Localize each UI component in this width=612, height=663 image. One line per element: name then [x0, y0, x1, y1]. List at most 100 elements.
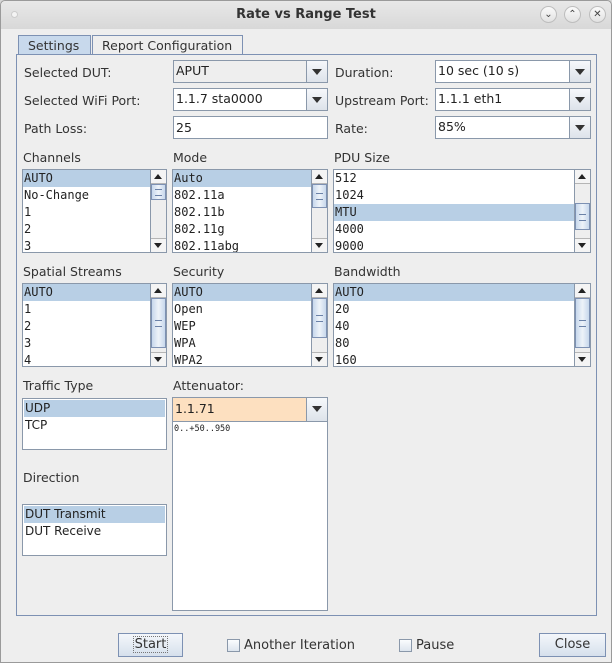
- list-item[interactable]: 2: [23, 221, 150, 238]
- list-item[interactable]: 4: [23, 352, 150, 366]
- list-item[interactable]: MTU: [334, 204, 574, 221]
- list-item[interactable]: 4000: [334, 221, 574, 238]
- list-item[interactable]: AUTO: [23, 170, 150, 187]
- list-item[interactable]: 802.11g: [173, 221, 311, 238]
- path-loss-value: 25: [176, 120, 192, 135]
- pause-label[interactable]: Pause: [416, 638, 454, 653]
- list-item[interactable]: 802.11abg: [173, 238, 311, 252]
- rate-combo[interactable]: 85%: [435, 116, 591, 139]
- pause-checkbox[interactable]: [399, 639, 412, 652]
- list-item[interactable]: 160: [334, 352, 574, 366]
- list-item[interactable]: WPA: [173, 335, 311, 352]
- maximize-button[interactable]: ⌃: [564, 6, 581, 23]
- scroll-down-icon[interactable]: [151, 352, 166, 366]
- chevron-down-icon[interactable]: [569, 89, 590, 110]
- mode-scrollbar[interactable]: [311, 170, 327, 252]
- scroll-thumb[interactable]: [312, 184, 327, 208]
- duration-combo[interactable]: 10 sec (10 s): [435, 60, 591, 83]
- list-item[interactable]: WPA2: [173, 352, 311, 366]
- close-window-button[interactable]: ✕: [589, 6, 606, 23]
- list-item[interactable]: AUTO: [173, 284, 311, 301]
- list-item[interactable]: DUT Transmit: [24, 506, 165, 523]
- scroll-up-icon[interactable]: [575, 170, 590, 184]
- tab-report-configuration[interactable]: Report Configuration: [92, 35, 243, 55]
- close-button[interactable]: Close: [539, 633, 606, 657]
- scroll-down-icon[interactable]: [575, 238, 590, 252]
- scroll-up-icon[interactable]: [575, 284, 590, 298]
- list-item[interactable]: 1: [23, 204, 150, 221]
- selected-wifi-port-combo[interactable]: 1.1.7 sta0000: [173, 88, 328, 111]
- scroll-down-icon[interactable]: [575, 352, 590, 366]
- list-item[interactable]: 20: [334, 301, 574, 318]
- attenuator-combo[interactable]: 1.1.71: [173, 398, 327, 422]
- upstream-port-combo[interactable]: 1.1.1 eth1: [435, 88, 591, 111]
- list-item[interactable]: 802.11a: [173, 187, 311, 204]
- scroll-down-icon[interactable]: [312, 238, 327, 252]
- scroll-up-icon[interactable]: [312, 284, 327, 298]
- spatial-streams-list[interactable]: AUTO 1 2 3 4: [22, 283, 167, 367]
- chevron-down-icon[interactable]: [306, 398, 327, 421]
- minimize-button[interactable]: ⌄: [540, 6, 557, 23]
- mode-list[interactable]: Auto 802.11a 802.11b 802.11g 802.11abg: [172, 169, 328, 253]
- list-item[interactable]: 3: [23, 335, 150, 352]
- list-item[interactable]: DUT Receive: [24, 523, 165, 540]
- rate-value: 85%: [438, 119, 466, 134]
- channels-list[interactable]: AUTO No-Change 1 2 3: [22, 169, 167, 253]
- security-scrollbar[interactable]: [311, 284, 327, 366]
- spatial-streams-scrollbar[interactable]: [150, 284, 166, 366]
- chevron-down-icon[interactable]: [306, 61, 327, 82]
- chevron-down-icon[interactable]: [569, 61, 590, 82]
- list-item[interactable]: AUTO: [334, 284, 574, 301]
- list-item[interactable]: TCP: [24, 417, 165, 434]
- scroll-thumb[interactable]: [151, 298, 166, 348]
- chevron-down-icon[interactable]: [569, 117, 590, 138]
- traffic-type-list[interactable]: UDP TCP: [22, 398, 167, 450]
- list-item[interactable]: UDP: [24, 400, 165, 417]
- list-item[interactable]: 1024: [334, 187, 574, 204]
- list-item[interactable]: 9000: [334, 238, 574, 252]
- window-title: Rate vs Range Test: [236, 7, 376, 22]
- direction-list[interactable]: DUT Transmit DUT Receive: [22, 504, 167, 556]
- list-item[interactable]: 802.11b: [173, 204, 311, 221]
- scroll-thumb[interactable]: [151, 184, 166, 200]
- scroll-down-icon[interactable]: [151, 238, 166, 252]
- pdu-size-scrollbar[interactable]: [574, 170, 590, 252]
- scroll-thumb[interactable]: [312, 298, 327, 338]
- bandwidth-list[interactable]: AUTO 20 40 80 160: [333, 283, 591, 367]
- attenuator-range: 0..+50..950: [174, 424, 231, 434]
- list-item[interactable]: 2: [23, 318, 150, 335]
- selected-dut-combo[interactable]: APUT: [173, 60, 328, 83]
- duration-value: 10 sec (10 s): [438, 63, 520, 78]
- list-item[interactable]: 3: [23, 238, 150, 252]
- scroll-down-icon[interactable]: [312, 352, 327, 366]
- list-item[interactable]: 40: [334, 318, 574, 335]
- list-item[interactable]: No-Change: [23, 187, 150, 204]
- list-item[interactable]: Auto: [173, 170, 311, 187]
- scroll-up-icon[interactable]: [151, 284, 166, 298]
- security-list[interactable]: AUTO Open WEP WPA WPA2: [172, 283, 328, 367]
- selected-dut-value: APUT: [176, 63, 209, 78]
- scroll-thumb[interactable]: [575, 203, 590, 230]
- selected-wifi-port-value: 1.1.7 sta0000: [176, 91, 263, 106]
- scroll-up-icon[interactable]: [151, 170, 166, 184]
- tab-settings[interactable]: Settings: [18, 35, 91, 56]
- list-item[interactable]: AUTO: [23, 284, 150, 301]
- chevron-down-icon[interactable]: [306, 89, 327, 110]
- scroll-up-icon[interactable]: [312, 170, 327, 184]
- start-button[interactable]: Start: [118, 633, 183, 657]
- pdu-size-list[interactable]: 512 1024 MTU 4000 9000: [333, 169, 591, 253]
- attenuator-label: Attenuator:: [173, 378, 245, 393]
- path-loss-input[interactable]: 25: [173, 116, 328, 139]
- bandwidth-scrollbar[interactable]: [574, 284, 590, 366]
- list-item[interactable]: Open: [173, 301, 311, 318]
- another-iteration-checkbox[interactable]: [227, 639, 240, 652]
- list-item[interactable]: 1: [23, 301, 150, 318]
- scroll-thumb[interactable]: [575, 298, 590, 348]
- another-iteration-label[interactable]: Another Iteration: [244, 638, 355, 653]
- title-bar[interactable]: Rate vs Range Test ⌄ ⌃ ✕: [1, 1, 611, 29]
- mode-label: Mode: [173, 150, 208, 165]
- channels-scrollbar[interactable]: [150, 170, 166, 252]
- list-item[interactable]: 80: [334, 335, 574, 352]
- list-item[interactable]: 512: [334, 170, 574, 187]
- list-item[interactable]: WEP: [173, 318, 311, 335]
